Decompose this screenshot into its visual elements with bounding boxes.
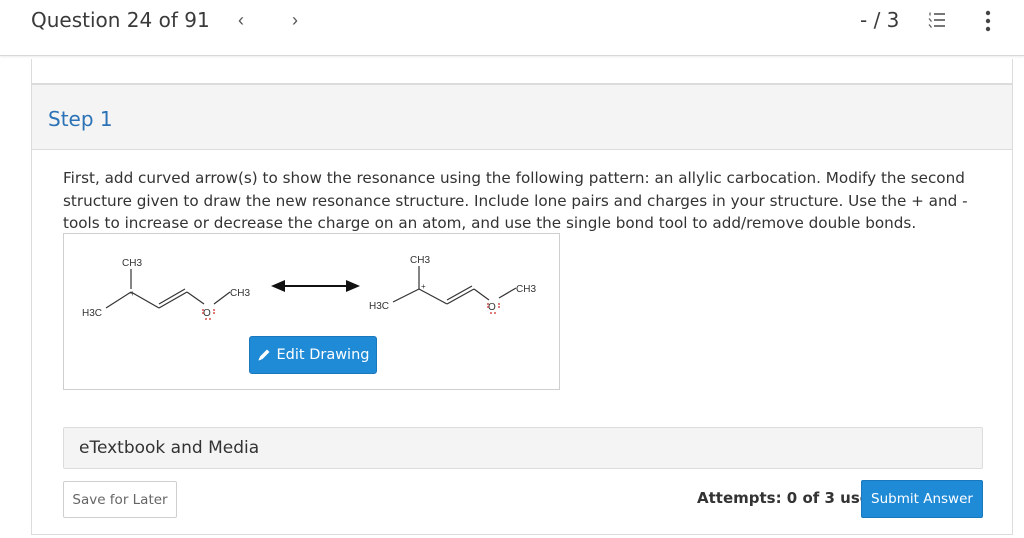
step-instructions: First, add curved arrow(s) to show the r…	[63, 169, 968, 232]
step-title: Step 1	[48, 107, 113, 131]
chevron-left-icon[interactable]: ‹	[238, 10, 244, 31]
chevron-right-icon[interactable]: ›	[292, 10, 298, 31]
struct2-ch3-top: CH3	[410, 255, 430, 266]
panel-strip	[32, 59, 1012, 84]
struct2-h3c: H3C	[369, 301, 389, 312]
edit-drawing-label: Edit Drawing	[276, 347, 370, 363]
structure-2: CH3 + H3C O CH3	[369, 255, 536, 314]
etextbook-media-label: eTextbook and Media	[79, 438, 260, 458]
attempts-counter: Attempts: 0 of 3 used	[697, 489, 881, 507]
struct1-ch3-top: CH3	[122, 258, 142, 269]
edit-drawing-button[interactable]: Edit Drawing	[249, 336, 377, 374]
step-header: Step 1	[32, 84, 1012, 150]
struct2-ch3-right: CH3	[516, 284, 536, 295]
pencil-icon	[258, 349, 269, 361]
struct1-ch3-right: CH3	[230, 288, 250, 299]
more-vertical-icon[interactable]	[983, 9, 993, 33]
question-panel: Step 1 First, add curved arrow(s) to sho…	[31, 59, 1013, 535]
struct1-h3c: H3C	[82, 308, 102, 319]
struct2-charge: +	[421, 282, 426, 291]
save-for-later-button[interactable]: Save for Later	[63, 481, 177, 518]
structure-1: CH3 + H3C O CH3	[82, 258, 250, 320]
struct2-oxygen: O	[488, 302, 496, 313]
drawing-area: CH3 + H3C O CH3 CH3 + H3C O CH3 Edit Dra…	[63, 233, 560, 390]
resonance-arrow	[271, 280, 360, 292]
etextbook-media-section[interactable]: eTextbook and Media	[63, 427, 983, 469]
submit-answer-button[interactable]: Submit Answer	[861, 480, 983, 518]
numbered-list-icon[interactable]	[928, 11, 946, 29]
score-display: - / 3	[860, 8, 900, 32]
struct1-oxygen: O	[203, 308, 211, 319]
top-bar: Question 24 of 91 ‹ › - / 3	[0, 0, 1024, 56]
question-counter: Question 24 of 91	[31, 8, 210, 32]
